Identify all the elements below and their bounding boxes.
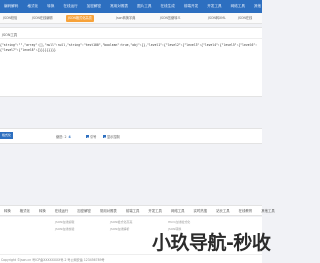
footnav-item[interactable]: 网络工具 bbox=[171, 208, 185, 213]
json-input[interactable]: {"string":"","array":[],"null":null,"str… bbox=[0, 40, 262, 96]
friend-link[interactable]: JSON格式化高亮 bbox=[110, 220, 132, 224]
indent-option[interactable]: 缩进: 2 4 bbox=[56, 134, 71, 139]
checkbox-checked-icon[interactable] bbox=[86, 135, 89, 138]
topnav-item[interactable]: 其他 bbox=[254, 4, 261, 9]
tab-json-xml[interactable]: JSON转XML bbox=[208, 15, 226, 22]
topnav-item[interactable]: 前端开发 bbox=[184, 4, 198, 9]
top-navigation: 编码解码 格式化 转换 在线运行 加密解密 常用对照表 图片工具 在线生成 前端… bbox=[0, 0, 262, 13]
footnav-item[interactable]: 在线运行 bbox=[55, 208, 69, 213]
friend-link[interactable]: JSON在线校验 bbox=[55, 227, 74, 231]
tool-tabs: JSON校验 JSON在线编辑 JSON格式化高亮 Json转换字典 JSON压… bbox=[0, 13, 262, 24]
footnav-item[interactable]: 转换 bbox=[4, 208, 11, 213]
footnav-item[interactable]: 常用对照表 bbox=[100, 208, 117, 213]
topnav-item[interactable]: 网络工具 bbox=[231, 4, 245, 9]
panel-divider bbox=[0, 38, 262, 39]
panel-title: JSON工具 bbox=[2, 33, 18, 37]
topnav-item[interactable]: 在线运行 bbox=[63, 4, 77, 9]
json-line: {"level7":{"level8":{}}}}}}}}} bbox=[0, 48, 56, 52]
indent-label: 缩进: bbox=[56, 135, 64, 139]
footnav-item[interactable]: 转换 bbox=[39, 208, 46, 213]
friend-link[interactable]: JSON在线编辑 bbox=[55, 220, 74, 224]
indent-value[interactable]: 2 bbox=[64, 135, 66, 139]
tab-json-format-highlight[interactable]: JSON格式化高亮 bbox=[66, 15, 94, 22]
quote-checkbox[interactable]: 引号 bbox=[86, 134, 96, 139]
watermark-logo: 小玖导航-秒收 bbox=[152, 232, 271, 254]
tab-json-online[interactable]: JSON在线 bbox=[238, 15, 252, 22]
footnav-item[interactable]: 格式化 bbox=[20, 208, 30, 213]
checkbox-label: 显示控制 bbox=[107, 135, 120, 139]
options-toolbar: 格式化 缩进: 2 4 引号 显示控制 bbox=[0, 128, 262, 144]
topnav-item[interactable]: 常用对照表 bbox=[110, 4, 128, 9]
json-panel: JSON工具 {"string":"","array":[],"null":nu… bbox=[0, 27, 262, 97]
topnav-item[interactable]: 转换 bbox=[47, 4, 54, 9]
footnav-item[interactable]: 站长工具 bbox=[216, 208, 230, 213]
topnav-item[interactable]: 在线生成 bbox=[160, 4, 174, 9]
footer-navigation: 转换 格式化 转换 在线运行 加密解密 常用对照表 前端工具 开发工具 网络工具… bbox=[0, 205, 275, 216]
footnav-item[interactable]: 实时热搜 bbox=[194, 208, 208, 213]
friend-link[interactable]: JSON在线解析 bbox=[110, 227, 129, 231]
control-checkbox[interactable]: 显示控制 bbox=[103, 134, 120, 139]
topnav-item[interactable]: 编码解码 bbox=[4, 4, 18, 9]
footnav-item[interactable]: 前端工具 bbox=[126, 208, 140, 213]
friend-link[interactable]: Html在线格式化 bbox=[168, 220, 190, 224]
tab-json-check[interactable]: JSON校验 bbox=[3, 15, 17, 22]
footnav-item[interactable]: 在线教育 bbox=[239, 208, 253, 213]
topnav-item[interactable]: 开发工具 bbox=[207, 4, 221, 9]
topnav-item[interactable]: 加密解密 bbox=[87, 4, 101, 9]
topnav-item[interactable]: 格式化 bbox=[27, 4, 38, 9]
footnav-item[interactable]: 加密解密 bbox=[77, 208, 91, 213]
footnav-item[interactable]: 其他工具 bbox=[261, 208, 275, 213]
topnav-item[interactable]: 图片工具 bbox=[137, 4, 151, 9]
indent-alt-value[interactable]: 4 bbox=[69, 135, 71, 139]
tab-json-editor[interactable]: JSON在线编辑 bbox=[32, 15, 53, 22]
footnav-item[interactable]: 开发工具 bbox=[148, 208, 162, 213]
tab-json-dict[interactable]: Json转换字典 bbox=[116, 15, 135, 22]
bottom-bar: Copyright ©json.cn 粤ICP备XXXXXXXX号-2 粤公网安… bbox=[0, 254, 262, 263]
tab-json-compress[interactable]: JSON压缩转义 bbox=[160, 15, 181, 22]
icp-record[interactable]: Copyright ©json.cn 粤ICP备XXXXXXXX号-2 粤公网安… bbox=[1, 257, 105, 262]
checkbox-checked-icon[interactable] bbox=[103, 135, 106, 138]
format-button[interactable]: 格式化 bbox=[0, 132, 13, 139]
